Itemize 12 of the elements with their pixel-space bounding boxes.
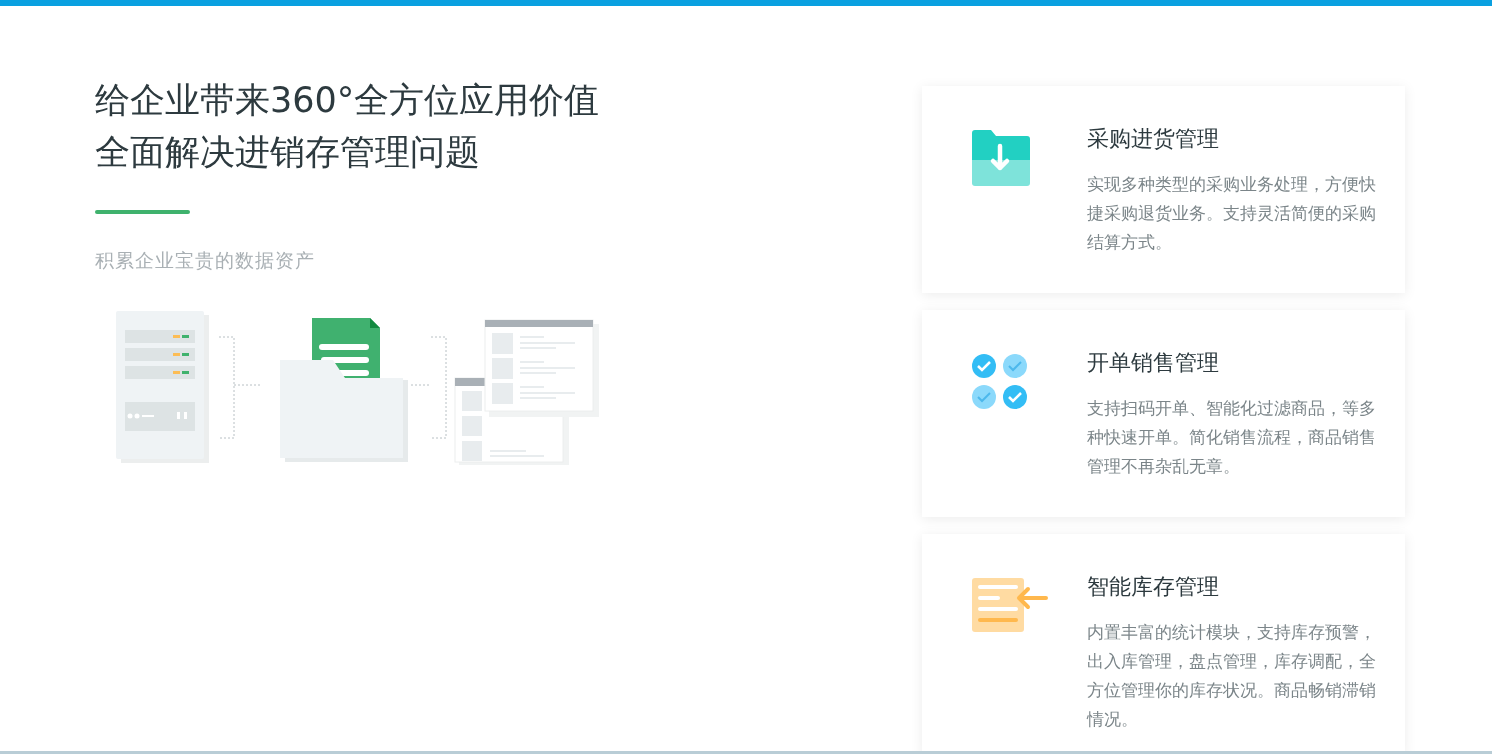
folder-download-icon	[972, 130, 1030, 186]
subtitle: 积累企业宝贵的数据资产	[95, 248, 316, 273]
headline: 给企业带来360°全方位应用价值	[95, 79, 601, 122]
document-arrow-icon	[972, 578, 1048, 634]
feature-description: 支持扫码开单、智能化过滤商品，等多种快速开单。简化销售流程，商品销售管理不再杂乱无章。	[1087, 397, 1377, 478]
feature-title: 采购进货管理	[1087, 125, 1220, 153]
feature-title: 智能库存管理	[1087, 573, 1220, 601]
checkmarks-icon	[972, 354, 1028, 410]
headline: 全面解决进销存管理问题	[95, 131, 481, 174]
feature-description: 实现多种类型的采购业务处理，方便快捷采购退货业务。支持灵活简便的采购结算方式。	[1087, 173, 1377, 254]
feature-title: 开单销售管理	[1087, 349, 1220, 377]
feature-description: 内置丰富的统计模块，支持库存预警，出入库管理，盘点管理，库存调配，全方位管理你的库存状况。商品畅销滞销情况。	[1087, 621, 1377, 731]
